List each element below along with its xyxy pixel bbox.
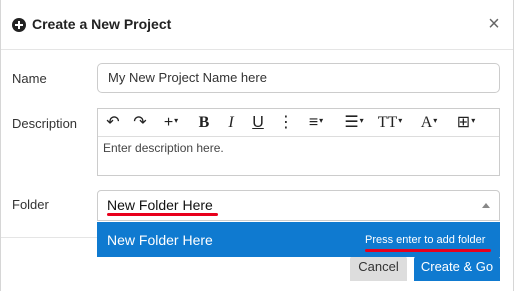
chevron-down-icon: ▾: [359, 116, 364, 125]
chevron-down-icon: ▾: [433, 116, 438, 125]
description-editor: ↶ ↷ +▾ B I U ⋮ ≡▾ ☰▾ TT▾ A▾ ⊞▾ Enter des…: [97, 108, 500, 176]
chevron-down-icon: ▾: [319, 116, 324, 125]
create-project-dialog: Create a New Project × Name My New Proje…: [0, 0, 514, 291]
chevron-down-icon: ▾: [398, 116, 403, 125]
insert-menu[interactable]: +▾: [160, 112, 182, 134]
dropdown-option-label: New Folder Here: [107, 232, 213, 248]
italic-button[interactable]: I: [224, 112, 238, 134]
dialog-title: Create a New Project: [32, 16, 172, 32]
table-menu[interactable]: ⊞▾: [453, 112, 479, 134]
redo-icon[interactable]: ↷: [131, 112, 149, 134]
align-menu[interactable]: ≡▾: [303, 112, 329, 134]
chevron-up-icon[interactable]: [482, 203, 490, 208]
description-label: Description: [12, 116, 78, 131]
annotation-underline: [365, 249, 491, 252]
dialog-header: Create a New Project ×: [1, 0, 513, 50]
cancel-button[interactable]: Cancel: [350, 256, 407, 281]
undo-icon[interactable]: ↶: [104, 112, 122, 134]
add-folder-hint: Press enter to add folder: [365, 234, 486, 246]
folder-input-value[interactable]: New Folder Here: [107, 197, 213, 213]
bold-button[interactable]: B: [196, 112, 212, 134]
more-options-icon[interactable]: ⋮: [278, 112, 294, 134]
name-label: Name: [12, 71, 47, 86]
description-textarea[interactable]: Enter description here.: [103, 141, 224, 155]
footer-divider: [1, 237, 97, 238]
folder-select[interactable]: New Folder Here: [97, 190, 500, 221]
plus-circle-icon: [12, 18, 26, 32]
annotation-underline: [107, 213, 218, 216]
insert-icon: +: [163, 114, 174, 131]
underline-button[interactable]: U: [250, 112, 266, 134]
close-icon[interactable]: ×: [485, 14, 503, 34]
editor-toolbar: ↶ ↷ +▾ B I U ⋮ ≡▾ ☰▾ TT▾ A▾ ⊞▾: [98, 109, 499, 137]
folder-label: Folder: [12, 197, 49, 212]
project-name-input[interactable]: My New Project Name here: [97, 63, 500, 93]
list-menu[interactable]: ☰▾: [341, 112, 367, 134]
font-color-menu[interactable]: A▾: [416, 112, 442, 134]
text-size-menu[interactable]: TT▾: [377, 112, 403, 134]
table-icon: ⊞: [456, 114, 471, 131]
chevron-down-icon: ▾: [471, 116, 476, 125]
list-icon: ☰: [344, 114, 359, 131]
font-color-icon: A: [420, 114, 433, 131]
chevron-down-icon: ▾: [174, 116, 179, 125]
text-size-icon: TT: [377, 114, 398, 131]
folder-dropdown-option[interactable]: New Folder Here Press enter to add folde…: [97, 222, 500, 257]
create-and-go-button[interactable]: Create & Go: [414, 256, 500, 281]
align-icon: ≡: [308, 114, 319, 131]
